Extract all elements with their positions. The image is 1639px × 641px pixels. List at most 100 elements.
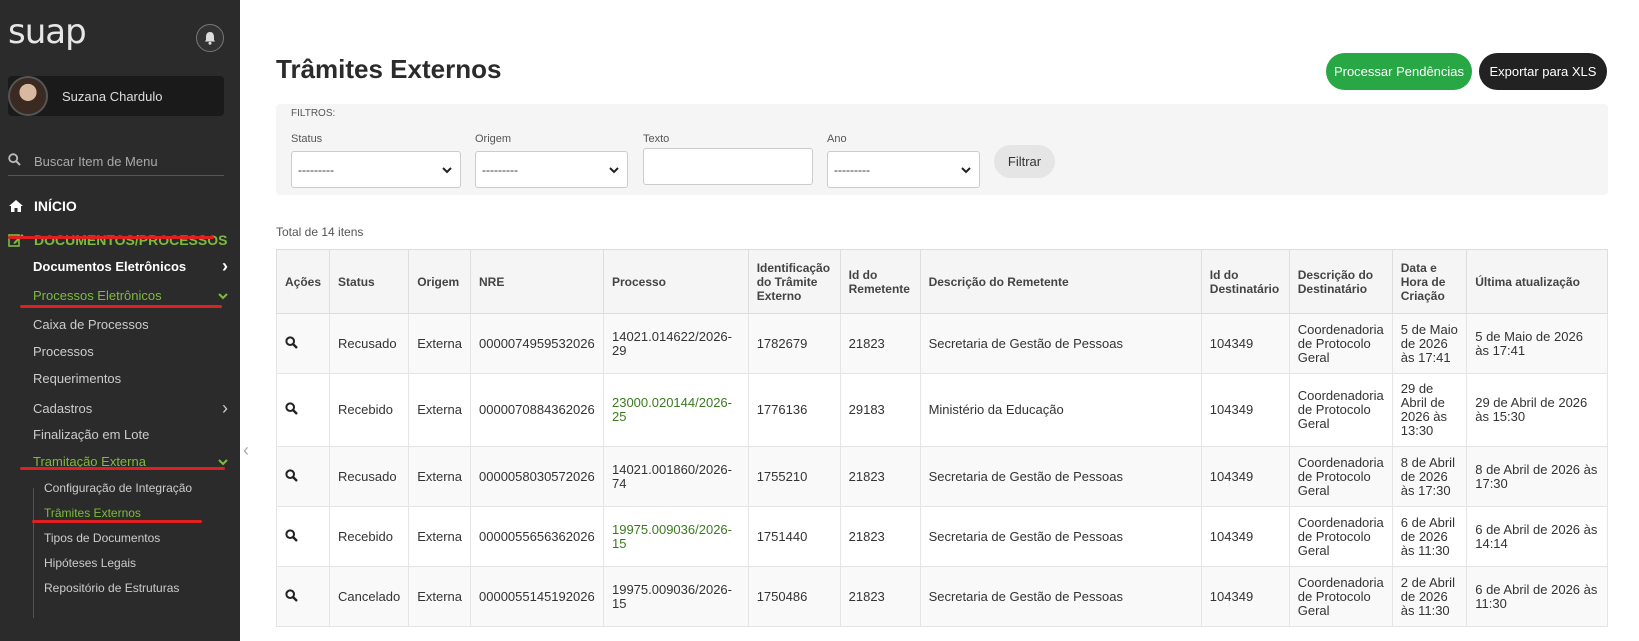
processo-link[interactable]: 23000.020144/2026-25 (602, 373, 749, 447)
status-cell: Cancelado (329, 566, 410, 627)
col-header: Origem (408, 249, 471, 314)
processo-link[interactable]: 19975.009036/2026-15 (602, 506, 749, 567)
atualizacao-cell: 6 de Abril de 2026 às 11:30 (1466, 566, 1608, 627)
table-row: Recebido Externa 0000070884362026 23000.… (275, 373, 1608, 447)
tramite-cell: 1755210 (747, 446, 841, 507)
sidebar-item-processos[interactable]: Processos (33, 344, 228, 359)
status-cell: Recebido (329, 373, 410, 447)
avatar (8, 76, 48, 116)
status-cell: Recusado (329, 446, 410, 507)
sidebar-item-caixa-de-processos[interactable]: Caixa de Processos (33, 317, 228, 332)
col-header: NRE (470, 249, 604, 314)
sidebar-item-label: Documentos Eletrônicos (33, 259, 187, 274)
bell-icon[interactable] (196, 24, 224, 52)
sidebar-item-documentos-eletronicos[interactable]: Documentos Eletrônicos › (33, 256, 228, 277)
ano-select[interactable]: --------- (827, 151, 980, 188)
table-header-row: Ações Status Origem NRE Processo Identif… (275, 249, 1608, 314)
sidebar-item-label: Processos Eletrônicos (33, 288, 162, 303)
criacao-cell: 5 de Maio de 2026 às 17:41 (1391, 313, 1468, 374)
sidebar-item-processos-eletronicos[interactable]: Processos Eletrônicos (33, 288, 228, 303)
user-menu[interactable]: Suzana Chardulo (8, 76, 224, 116)
chevron-down-icon (609, 163, 619, 177)
view-icon[interactable] (275, 373, 331, 447)
origem-select-value: --------- (482, 162, 518, 177)
sidebar-item-label: Finalização em Lote (33, 427, 150, 442)
desc-destinatario-cell: Coordenadoria de Protocolo Geral (1288, 566, 1393, 627)
id-destinatario-cell: 104349 (1200, 566, 1290, 627)
texto-input[interactable] (643, 148, 813, 185)
sidebar-item-requerimentos[interactable]: Requerimentos (33, 371, 228, 386)
desc-destinatario-cell: Coordenadoria de Protocolo Geral (1288, 313, 1393, 374)
tramite-cell: 1782679 (747, 313, 841, 374)
status-cell: Recebido (329, 506, 410, 567)
view-icon[interactable] (275, 446, 331, 507)
table-row: Recebido Externa 0000055656362026 19975.… (275, 506, 1608, 567)
user-name: Suzana Chardulo (62, 88, 163, 104)
menu-search-input[interactable]: Buscar Item de Menu (8, 148, 224, 176)
tramite-cell: 1751440 (747, 506, 841, 567)
process-pending-button[interactable]: Processar Pendências (1326, 53, 1472, 90)
criacao-cell: 6 de Abril de 2026 às 11:30 (1391, 506, 1468, 567)
col-header: Ações (275, 249, 331, 314)
chevron-down-icon (218, 288, 228, 303)
desc-destinatario-cell: Coordenadoria de Protocolo Geral (1288, 506, 1393, 567)
texto-filter-label: Texto (643, 133, 670, 145)
col-header: Processo (602, 249, 749, 314)
id-remetente-cell: 29183 (839, 373, 921, 447)
id-remetente-cell: 21823 (839, 313, 921, 374)
processo-cell: 19975.009036/2026-15 (602, 566, 749, 627)
view-icon[interactable] (275, 313, 331, 374)
view-icon[interactable] (275, 566, 331, 627)
page-title: Trâmites Externos (276, 54, 502, 84)
nav-inicio[interactable]: INÍCIO (8, 198, 77, 214)
sidebar-subitem-tramites-externos[interactable]: Trâmites Externos (44, 506, 141, 520)
export-xls-button[interactable]: Exportar para XLS (1479, 53, 1607, 90)
sidebar-item-cadastros[interactable]: Cadastros › (33, 398, 228, 419)
chevron-right-icon: › (222, 256, 228, 276)
table-row: Recusado Externa 0000074959532026 14021.… (275, 313, 1608, 374)
col-header: Identificação do Trâmite Externo (747, 249, 841, 314)
app-logo[interactable]: suap (8, 12, 87, 52)
status-cell: Recusado (329, 313, 410, 374)
chevron-right-icon: › (222, 398, 228, 418)
criacao-cell: 29 de Abril de 2026 às 13:30 (1391, 373, 1468, 447)
origem-filter-label: Origem (475, 133, 512, 145)
filters-panel: FILTROS: Status --------- Origem -------… (276, 104, 1608, 195)
desc-remetente-cell: Secretaria de Gestão de Pessoas (919, 506, 1202, 567)
nav-documentos-processos[interactable]: DOCUMENTOS/PROCESSOS (8, 232, 227, 248)
collapse-sidebar-icon[interactable]: ‹ (243, 440, 249, 461)
sidebar-subitem-configuracao-integracao[interactable]: Configuração de Integração (44, 481, 192, 495)
table-row: Recusado Externa 0000058030572026 14021.… (275, 446, 1608, 507)
criacao-cell: 2 de Abril de 2026 às 11:30 (1391, 566, 1468, 627)
sidebar-subitem-repositorio-estruturas[interactable]: Repositório de Estruturas (44, 581, 179, 595)
chevron-down-icon (961, 163, 971, 177)
col-header: Status (329, 249, 410, 314)
origem-cell: Externa (408, 506, 471, 567)
origem-select[interactable]: --------- (475, 151, 628, 188)
criacao-cell: 8 de Abril de 2026 às 17:30 (1391, 446, 1468, 507)
highlight-underline (20, 467, 225, 470)
sidebar-item-finalizacao-em-lote[interactable]: Finalização em Lote (33, 427, 228, 442)
sidebar: suap Suzana Chardulo Buscar Item de Menu… (0, 0, 240, 641)
processo-cell: 14021.001860/2026-74 (602, 446, 749, 507)
col-header: Id do Destinatário (1200, 249, 1290, 314)
sidebar-subitem-hipoteses-legais[interactable]: Hipóteses Legais (44, 556, 136, 570)
view-icon[interactable] (275, 506, 331, 567)
nav-inicio-label: INÍCIO (34, 198, 77, 214)
id-remetente-cell: 21823 (839, 446, 921, 507)
id-destinatario-cell: 104349 (1200, 506, 1290, 567)
filter-button[interactable]: Filtrar (994, 145, 1055, 178)
sidebar-item-label: Caixa de Processos (33, 317, 149, 332)
status-select[interactable]: --------- (291, 151, 461, 188)
highlight-underline (32, 520, 202, 523)
filters-title: FILTROS: (291, 108, 336, 119)
ano-filter-label: Ano (827, 133, 847, 145)
origem-cell: Externa (408, 446, 471, 507)
sidebar-subitem-tipos-documentos[interactable]: Tipos de Documentos (44, 531, 160, 545)
nre-cell: 0000074959532026 (470, 313, 604, 374)
status-filter-label: Status (291, 133, 323, 145)
desc-destinatario-cell: Coordenadoria de Protocolo Geral (1288, 373, 1393, 447)
tramite-cell: 1750486 (747, 566, 841, 627)
origem-cell: Externa (408, 373, 471, 447)
id-destinatario-cell: 104349 (1200, 373, 1290, 447)
